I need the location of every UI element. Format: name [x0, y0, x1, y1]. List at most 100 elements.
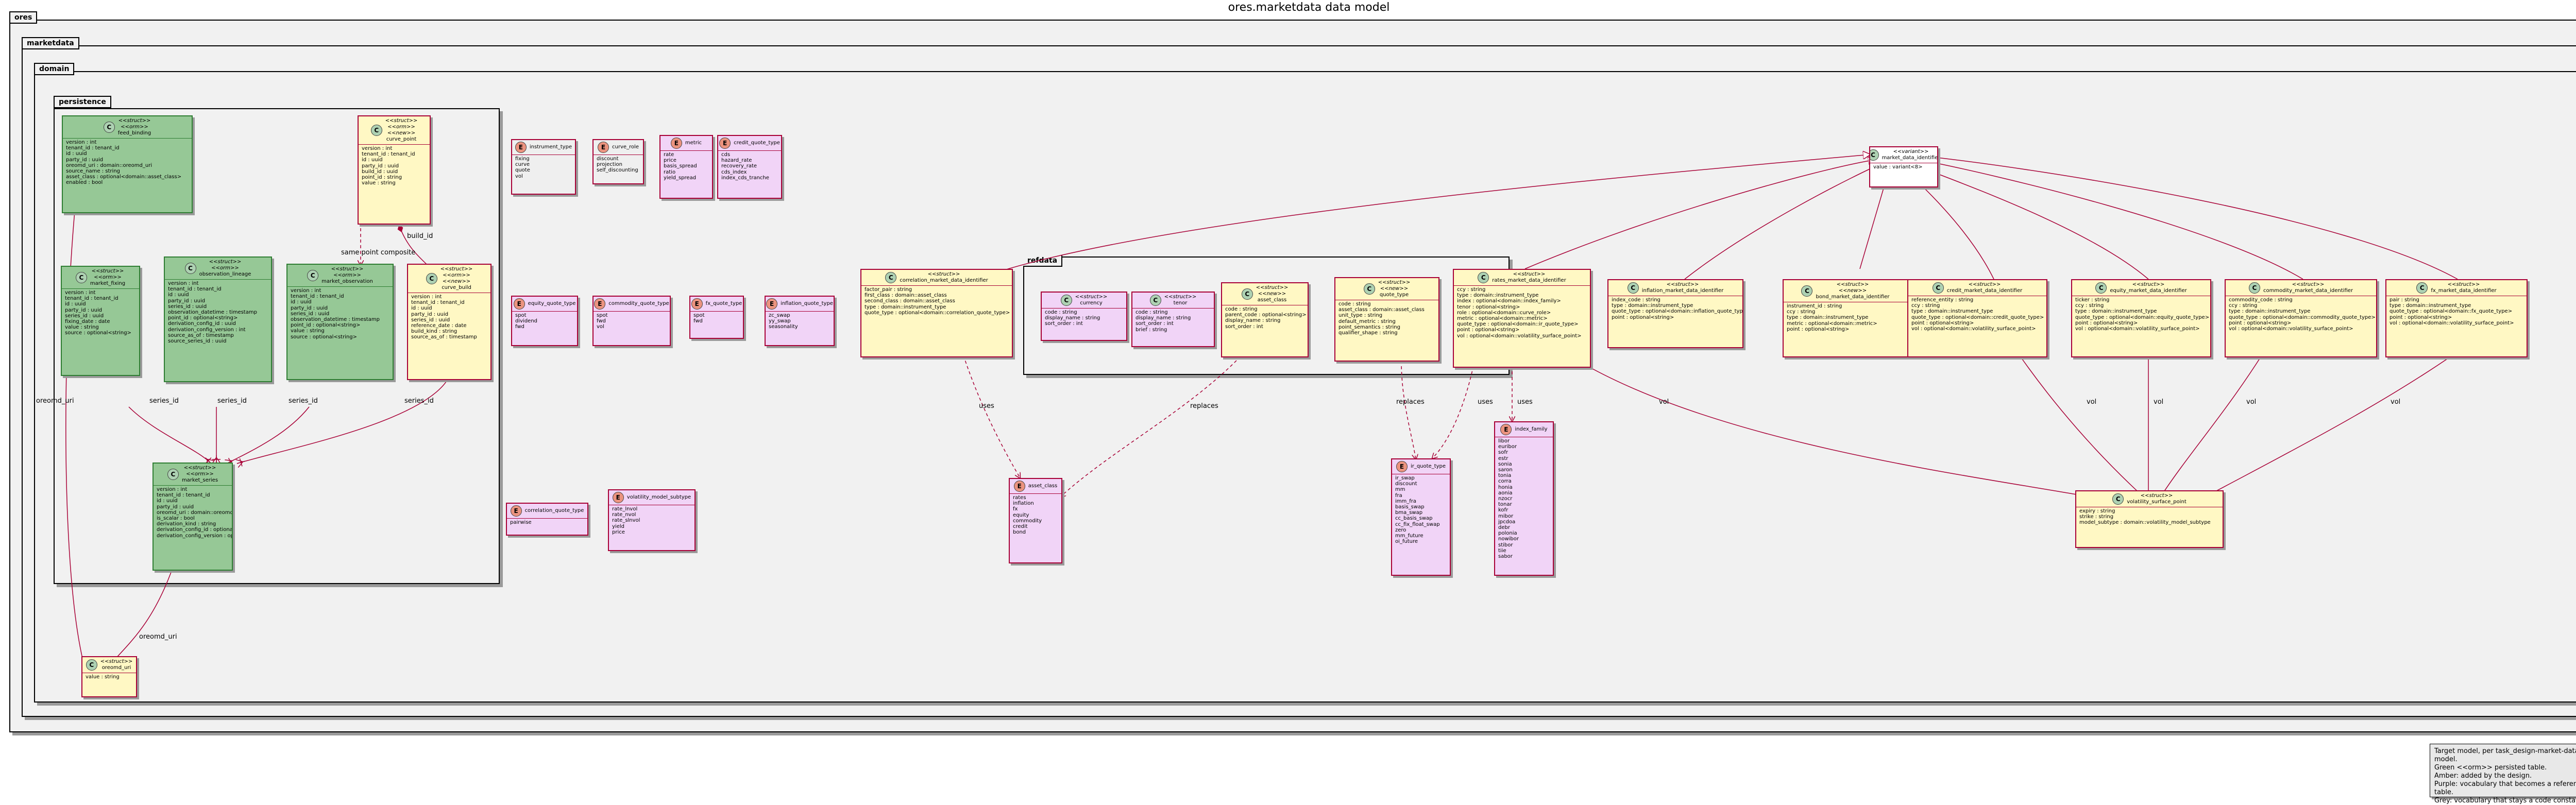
class-icon: C [2095, 282, 2107, 294]
class-name: ir_quote_type [1410, 464, 1446, 469]
enum-icon: E [1013, 481, 1025, 492]
class-header: Easset_class [1010, 479, 1061, 494]
class-header: C <<struct>> <<new>> quote_type [1335, 278, 1438, 300]
field: tenant_id : tenant_id [157, 492, 210, 499]
field: strike : string [2079, 514, 2114, 520]
enum-icon: E [1500, 424, 1512, 435]
enum-value: yy_swap [769, 318, 791, 324]
enum-value: libor [1498, 438, 1510, 444]
field: quote_type : optional<domain::ir_quote_t… [1457, 321, 1579, 328]
field: version : int [157, 487, 188, 492]
enum-icon: E [513, 298, 525, 310]
enum-value: sonia [1498, 461, 1512, 467]
class-icon: C [1363, 283, 1375, 295]
enum-value: saron [1498, 467, 1513, 473]
field: quote_type : optional<domain::fx_quote_t… [2389, 309, 2513, 315]
enum-value: tonar [1498, 502, 1512, 508]
class-title: <<struct>> <<new>> quote_type [1378, 280, 1411, 298]
field: observation_datetime : timestamp [291, 317, 380, 323]
class-header: Einflation_quote_type [766, 297, 834, 312]
enum-value: polonia [1498, 530, 1517, 537]
class-name: equity_quote_type [528, 301, 576, 306]
class-name: credit_market_data_identifier [1946, 288, 2023, 294]
enum-equity-quote-type: Eequity_quote_type spot dividend fwd [511, 296, 578, 346]
label-series-id-2: series_id [217, 397, 247, 405]
enum-value: honia [1498, 484, 1513, 490]
field: id : uuid [66, 151, 87, 157]
enum-value: ratio [664, 169, 676, 175]
field: parent_code : optional<string> [1225, 312, 1307, 318]
field: type : domain::instrument_type [2075, 309, 2157, 315]
label-uses-2: uses [1478, 398, 1493, 406]
field: display_name : string [1225, 318, 1281, 324]
enum-value: fwd [597, 318, 606, 324]
label-uses-1: uses [979, 402, 994, 410]
stereotype: <<struct>> [1968, 282, 2001, 287]
class-name: inflation_quote_type [781, 301, 833, 306]
class-icon: C [1241, 288, 1253, 300]
field: vol : optional<domain::volatility_surfac… [1457, 333, 1582, 339]
field: tenant_id : tenant_id [362, 151, 415, 158]
field: type : domain::instrument_type [2389, 303, 2471, 309]
enum-value: commodity [1013, 518, 1042, 524]
field: source_series_id : uuid [168, 338, 227, 345]
stereotype: <<struct>> [385, 118, 418, 124]
legend-line: Purple: vocabulary that becomes a refere… [2434, 780, 2576, 796]
field: quote_type : optional<domain::inflation_… [1612, 309, 1743, 315]
enum-value: projection [597, 162, 622, 168]
field: quote_type : optional<domain::commodity_… [2229, 314, 2376, 320]
field: role : optional<domain::curve_role> [1457, 310, 1551, 316]
enum-value: dividend [515, 318, 538, 324]
field: display_name : string [1136, 315, 1191, 321]
field: party_id : uuid [291, 305, 328, 311]
class-title: <<struct>> credit_market_data_identifier [1947, 282, 2022, 294]
class-name: correlation_market_data_identifier [900, 278, 988, 283]
field: ccy : string [1787, 309, 1816, 315]
edge-equity-variant [1906, 162, 2149, 280]
class-icon: C [2416, 282, 2428, 294]
class-fields: value : variant<8> [1870, 163, 1937, 171]
class-icon: C [1801, 285, 1813, 297]
class-title: instrument_type [530, 144, 572, 150]
class-name: oreomd_uri [101, 665, 131, 671]
field: observation_datetime : timestamp [168, 310, 257, 316]
class-header: C <<struct>> rates_market_data_identifier [1454, 270, 1590, 286]
class-title: <<struct>> <<orm>> observation_lineage [199, 259, 251, 278]
enum-value: bond [1013, 529, 1026, 536]
class-name: quote_type [1379, 292, 1409, 298]
class-header: C <<struct>> correlation_market_data_ident… [861, 270, 1012, 286]
class-header: Efx_quote_type [690, 297, 743, 312]
edge-commodity-variant [1914, 159, 2303, 280]
field: source_as_of : timestamp [168, 332, 234, 338]
class-fields: expiry : string strike : string model_subt… [2076, 507, 2223, 527]
enum-value: yield [612, 523, 624, 529]
class-header: C <<struct>> <<orm>> observation_lineage [165, 258, 271, 280]
class-header: Emetric [660, 136, 712, 151]
stereotype: <<orm>> [94, 275, 122, 280]
stereotype: <<struct>> [1666, 282, 1699, 287]
class-fields: version : int tenant_id : tenant_id id : u… [359, 145, 430, 187]
label-vol-5: vol [2391, 398, 2400, 406]
field: enabled : bool [66, 180, 103, 186]
class-title: <<struct>> equity_market_data_identifier [2110, 282, 2187, 294]
enum-icon: E [1396, 461, 1408, 472]
enum-value: imm_fra [1395, 498, 1417, 504]
label-vol-4: vol [2246, 398, 2256, 406]
field: pair : string [2389, 297, 2419, 303]
class-title: inflation_quote_type [781, 301, 833, 307]
class-asset-class-ref: C <<struct>> <<new>> asset_class code : stri… [1221, 282, 1309, 357]
class-name: asset_class [1028, 483, 1058, 489]
class-header: C <<struct>> <<orm>> feed_binding [63, 116, 192, 139]
class-icon: C [2112, 493, 2124, 505]
enum-icon: E [670, 138, 682, 149]
class-fields: rate_lnvol rate_nvol rate_slnvol yield price [609, 505, 694, 536]
class-fields: version : int tenant_id : tenant_id id : u… [165, 280, 271, 345]
class-name: tenor [1173, 300, 1188, 306]
enum-value: vol [515, 173, 523, 179]
field: derivation_config_id : uuid [168, 321, 236, 327]
enum-value: stibor [1498, 542, 1513, 548]
field: display_name : string [1045, 315, 1100, 321]
edge-fx-variant [1919, 156, 2458, 280]
edge-rates-variant [1524, 160, 1875, 269]
stereotype: <<orm>> [387, 124, 415, 130]
